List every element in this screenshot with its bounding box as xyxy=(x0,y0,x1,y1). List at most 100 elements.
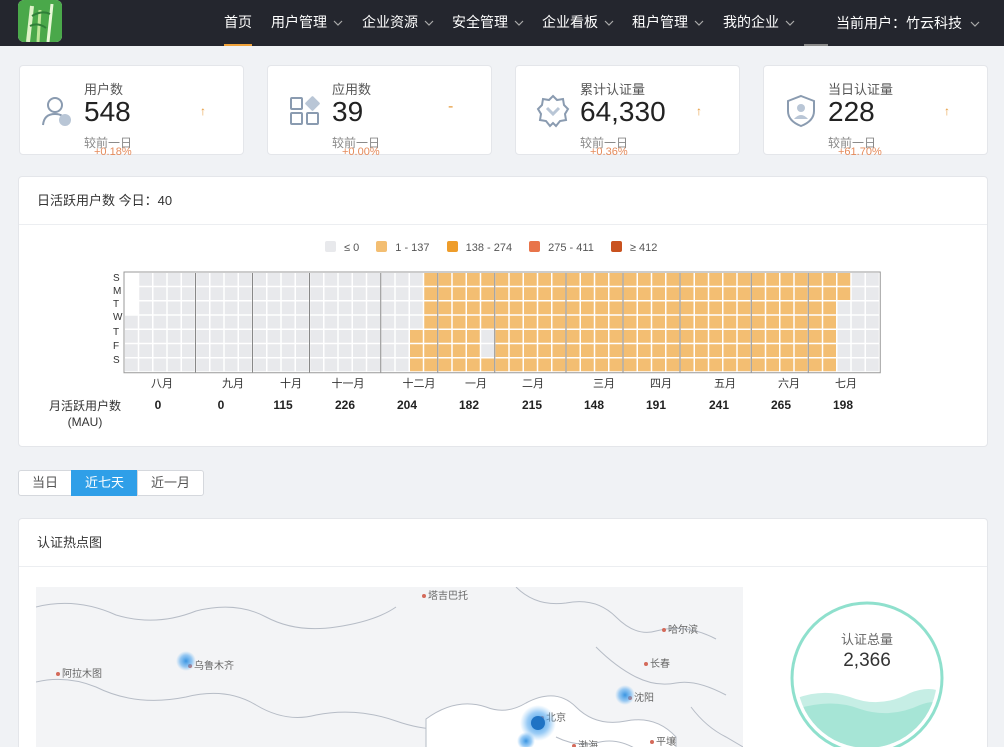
heatmap-day-cell xyxy=(680,287,694,300)
heatmap-day-cell xyxy=(837,301,851,315)
heatmap-day-cell xyxy=(196,301,209,315)
heatmap-day-cell xyxy=(794,273,808,286)
heatmap-day-cell xyxy=(353,301,366,315)
heatmap-day-cell xyxy=(723,301,737,315)
heatmap-day-cell xyxy=(595,330,608,343)
nav-enterprise-dashboard[interactable]: 企业看板 xyxy=(542,0,614,46)
heatmap-day-cell xyxy=(851,315,865,329)
heatmap-day-cell xyxy=(866,358,879,372)
month-label: 五月 xyxy=(714,378,736,390)
nav-home[interactable]: 首页 xyxy=(224,0,252,46)
nav-my-enterprise[interactable]: 我的企业 xyxy=(723,0,795,46)
day-label: T xyxy=(113,299,120,310)
heatmap-day-cell xyxy=(495,273,509,286)
chevron-down-icon xyxy=(514,20,524,27)
stat-change: +0.18% xyxy=(94,146,132,158)
day-label: M xyxy=(113,286,122,297)
heatmap-day-cell xyxy=(752,301,765,315)
nav-security-management[interactable]: 安全管理 xyxy=(452,0,524,46)
user-icon xyxy=(42,97,71,126)
heatmap-day-cell xyxy=(809,358,822,372)
heatmap-day-cell xyxy=(239,344,252,357)
heatmap-day-cell xyxy=(766,358,779,372)
chevron-down-icon xyxy=(604,20,614,27)
daily-active-users-panel: 日活跃用户数 今日：40 ≤ 0 1 - 137 138 - 274 275 -… xyxy=(18,176,988,447)
bamboo-logo[interactable] xyxy=(18,0,62,42)
nav-tenant-management[interactable]: 租户管理 xyxy=(632,0,704,46)
heatmap-day-cell xyxy=(709,330,722,343)
heatmap-day-cell xyxy=(424,287,437,300)
nav-my-enterprise-label: 我的企业 xyxy=(723,14,779,30)
heatmap-day-cell xyxy=(581,301,594,315)
gauge-value: 2,366 xyxy=(843,650,891,671)
heatmap-day-cell xyxy=(837,330,851,343)
heatmap-day-cell xyxy=(196,287,209,300)
heatmap-day-cell xyxy=(410,273,423,286)
heatmap-day-cell xyxy=(737,273,751,286)
heatmap-day-cell xyxy=(239,287,252,300)
heatmap-day-cell xyxy=(538,273,551,286)
heatmap-day-cell xyxy=(424,315,437,329)
heatmap-day-cell xyxy=(395,315,409,329)
range-seven-days-button[interactable]: 近七天 xyxy=(71,470,139,496)
heatmap-day-cell xyxy=(196,315,209,329)
heatmap-day-cell xyxy=(324,315,338,329)
heatmap-day-cell xyxy=(709,301,722,315)
stat-value: 228 xyxy=(828,96,875,127)
heatmap-day-cell xyxy=(310,287,323,300)
heatmap-day-cell xyxy=(823,273,836,286)
heatmap-day-cell xyxy=(581,287,594,300)
heatmap-day-cell xyxy=(467,358,480,372)
heatmap-day-cell xyxy=(666,358,680,372)
nav-user-management[interactable]: 用户管理 xyxy=(271,0,343,46)
heatmap-day-cell xyxy=(809,301,822,315)
heatmap-day-cell xyxy=(524,358,537,372)
heatmap-day-cell xyxy=(281,273,295,286)
heatmap-day-cell xyxy=(438,301,452,315)
mau-value: 115 xyxy=(273,398,293,412)
month-label: 四月 xyxy=(650,378,672,390)
current-user-menu[interactable]: 当前用户：竹云科技 xyxy=(836,0,980,46)
heatmap-day-cell xyxy=(182,287,195,300)
heatmap-day-cell xyxy=(723,273,737,286)
auth-map[interactable]: 塔吉巴托 哈尔滨 乌鲁木齐 长春 阿拉木图 沈阳 北京 渤海 平壤 xyxy=(36,587,743,747)
heatmap-day-cell xyxy=(538,315,551,329)
mau-value: 198 xyxy=(832,398,854,412)
heatmap-day-cell xyxy=(438,287,452,300)
heatmap-day-cell xyxy=(866,330,879,343)
range-month-button[interactable]: 近一月 xyxy=(137,470,205,496)
heatmap-day-cell xyxy=(167,315,181,329)
heatmap-day-cell xyxy=(153,358,167,372)
heatmap-day-cell xyxy=(139,344,152,357)
heatmap-day-cell xyxy=(809,287,822,300)
heatmap-day-cell xyxy=(581,273,594,286)
heatmap-day-cell xyxy=(467,301,480,315)
heatmap-day-cell xyxy=(281,344,295,357)
heatmap-day-cell xyxy=(481,330,494,343)
heatmap-day-cell xyxy=(766,301,779,315)
heatmap-day-cell xyxy=(167,301,181,315)
heatmap-day-cell xyxy=(395,287,409,300)
heatmap-day-cell xyxy=(837,287,851,300)
heatmap-day-cell xyxy=(851,273,865,286)
range-today-button[interactable]: 当日 xyxy=(18,470,73,496)
heatmap-day-cell xyxy=(609,273,623,286)
day-label: F xyxy=(113,341,120,352)
heatmap-day-cell xyxy=(823,358,836,372)
heatmap-day-cell xyxy=(481,358,494,372)
month-label: 十月 xyxy=(280,378,302,390)
heatmap-day-cell xyxy=(666,344,680,357)
nav-enterprise-resources[interactable]: 企业资源 xyxy=(362,0,434,46)
chevron-down-icon xyxy=(424,20,434,27)
heatmap-day-cell xyxy=(296,287,309,300)
heatmap-day-cell xyxy=(538,330,551,343)
heatmap-day-cell xyxy=(538,287,551,300)
heatmap-day-cell xyxy=(353,315,366,329)
heatmap-day-cell xyxy=(167,344,181,357)
heatmap-day-cell xyxy=(851,358,865,372)
heatmap-day-cell xyxy=(809,315,822,329)
heatmap-day-cell xyxy=(210,330,224,343)
heatmap-day-cell xyxy=(752,358,765,372)
user-menu-indicator xyxy=(804,44,828,46)
heatmap-day-cell xyxy=(495,287,509,300)
